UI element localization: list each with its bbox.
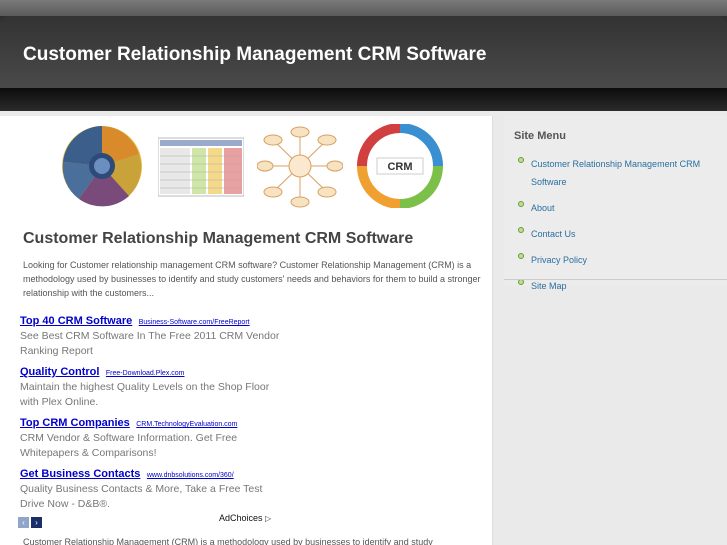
ad-title-link[interactable]: Get Business Contacts: [20, 468, 140, 480]
menu-item: Customer Relationship Management CRM Sof…: [518, 154, 718, 190]
bullet-icon: [518, 227, 524, 233]
banner-images: CRM: [59, 124, 443, 208]
adchoices-label: AdChoices: [219, 513, 263, 523]
ad-title-link[interactable]: Top 40 CRM Software: [20, 315, 132, 327]
ad-block: Top 40 CRM Software Business-Software.co…: [20, 311, 280, 515]
menu-item: About: [518, 198, 718, 216]
main-content: CRM Customer Relationship Management CRM…: [0, 116, 493, 545]
crm-hub-diagram-icon: [257, 124, 343, 208]
ad-description: See Best CRM Software In The Free 2011 C…: [20, 330, 280, 357]
menu-item: Contact Us: [518, 224, 718, 242]
sidebar-divider: [504, 279, 727, 280]
crm-process-cycle-icon: CRM: [357, 124, 443, 208]
bullet-icon: [518, 157, 524, 163]
crm-comparison-table-icon: [158, 137, 244, 197]
ad-next-button[interactable]: ›: [31, 517, 42, 528]
ad-domain-link[interactable]: www.dnbsolutions.com/360/: [147, 472, 234, 479]
site-title[interactable]: Customer Relationship Management CRM Sof…: [23, 44, 486, 66]
menu-link-privacy[interactable]: Privacy Policy: [531, 255, 587, 265]
header-top-lip: [0, 0, 727, 16]
ad-description: CRM Vendor & Software Information. Get F…: [20, 432, 238, 459]
bullet-icon: [518, 253, 524, 259]
ad-item: Top 40 CRM Software Business-Software.co…: [20, 311, 280, 362]
menu-link-about[interactable]: About: [531, 203, 555, 213]
header-bottom-bar: [0, 88, 727, 111]
sidebar: Site Menu Customer Relationship Manageme…: [504, 116, 727, 291]
ad-description: Quality Business Contacts & More, Take a…: [20, 483, 263, 510]
menu-link-contact[interactable]: Contact Us: [531, 229, 576, 239]
ad-domain-link[interactable]: CRM.TechnologyEvaluation.com: [136, 421, 237, 428]
post-title[interactable]: Customer Relationship Management CRM Sof…: [23, 230, 413, 248]
adchoices-icon: ▷: [265, 514, 272, 523]
crm-cycle-wheel-icon: [59, 124, 145, 208]
sidebar-heading: Site Menu: [514, 130, 566, 142]
crm-logo-text: CRM: [387, 161, 412, 173]
site-header: Customer Relationship Management CRM Sof…: [0, 0, 727, 111]
menu-link-sitemap[interactable]: Site Map: [531, 281, 567, 291]
ad-domain-link[interactable]: Business-Software.com/FreeReport: [139, 319, 250, 326]
post-excerpt: Looking for Customer relationship manage…: [23, 260, 481, 298]
ad-title-link[interactable]: Quality Control: [20, 366, 99, 378]
body-paragraph: Customer Relationship Management (CRM) i…: [23, 537, 433, 545]
ad-prev-button[interactable]: ‹: [18, 517, 29, 528]
ad-navigation: ‹ ›: [18, 512, 44, 530]
ad-description: Maintain the highest Quality Levels on t…: [20, 381, 270, 408]
menu-link-home[interactable]: Customer Relationship Management CRM Sof…: [531, 159, 700, 187]
bullet-icon: [518, 201, 524, 207]
ad-title-link[interactable]: Top CRM Companies: [20, 417, 130, 429]
adchoices-link[interactable]: AdChoices ▷: [219, 513, 271, 523]
ad-domain-link[interactable]: Free-Download.Plex.com: [106, 370, 185, 377]
menu-item: Privacy Policy: [518, 250, 718, 268]
ad-item: Get Business Contacts www.dnbsolutions.c…: [20, 464, 280, 515]
ad-item: Quality Control Free-Download.Plex.com M…: [20, 362, 280, 413]
ad-item: Top CRM Companies CRM.TechnologyEvaluati…: [20, 413, 280, 464]
